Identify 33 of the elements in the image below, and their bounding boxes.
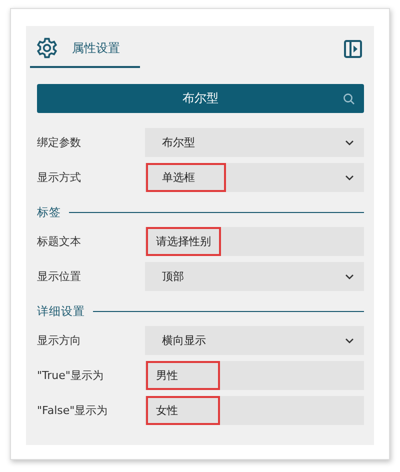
dropdown[interactable]: 单选框: [145, 163, 364, 192]
input-field[interactable]: 男性: [145, 361, 364, 390]
field-value: 请选择性别: [146, 227, 221, 256]
dropdown[interactable]: 布尔型: [145, 128, 364, 157]
input-field[interactable]: 请选择性别: [145, 227, 364, 256]
input-field[interactable]: 女性: [145, 396, 364, 425]
selected-value: 顶部: [161, 269, 185, 285]
field-label: 显示方向: [37, 333, 82, 348]
properties-tab[interactable]: 属性设置: [30, 30, 140, 68]
chevron-icon: [345, 140, 354, 146]
field-label: "True"显示为: [37, 368, 104, 383]
field-value: 女性: [146, 396, 220, 425]
field-value: 男性: [146, 361, 220, 390]
chevron-icon: [345, 338, 354, 344]
field-label: 显示方式: [37, 170, 82, 185]
chevron-icon: [345, 274, 354, 280]
dropdown[interactable]: 顶部: [145, 262, 364, 291]
section-title: 详细设置: [37, 304, 85, 319]
collapse-panel-icon[interactable]: [344, 40, 362, 58]
selected-value: 横向显示: [161, 333, 207, 349]
selected-value: 单选框: [146, 163, 226, 192]
type-search-bar[interactable]: 布尔型: [37, 84, 364, 113]
selected-value: 布尔型: [161, 135, 196, 151]
section-title: 标签: [37, 205, 61, 220]
field-label: 显示位置: [37, 269, 82, 284]
field-label: 标题文本: [37, 234, 82, 249]
field-label: 绑定参数: [37, 135, 82, 150]
search-icon[interactable]: [343, 93, 355, 105]
type-value: 布尔型: [182, 90, 218, 107]
chevron-icon: [345, 174, 354, 180]
dropdown[interactable]: 横向显示: [145, 326, 364, 355]
field-label: "False"显示为: [37, 403, 109, 418]
settings-icon: [36, 37, 58, 59]
